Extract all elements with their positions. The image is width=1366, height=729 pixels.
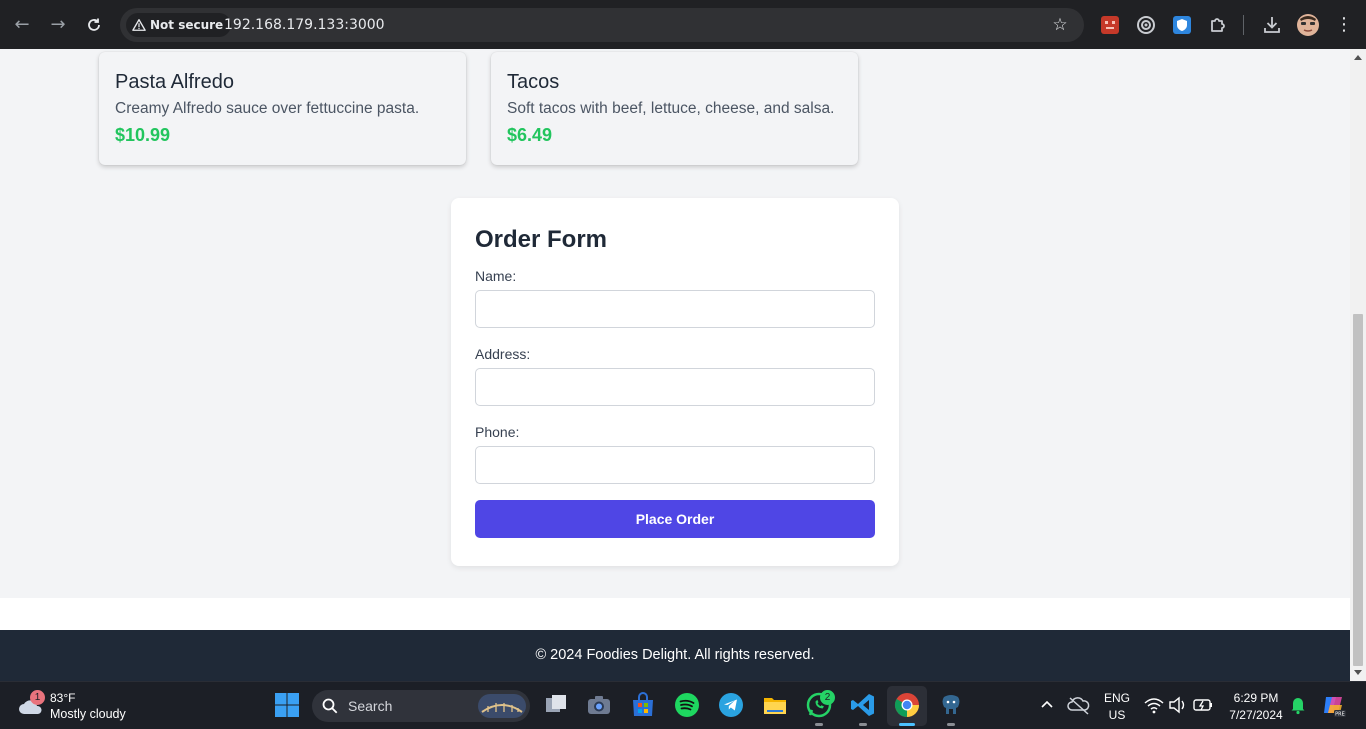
clock-time[interactable]: 6:29 PM (1222, 691, 1290, 705)
menu-item-card: Tacos Soft tacos with beef, lettuce, che… (491, 52, 858, 165)
windows-start-icon[interactable] (273, 691, 301, 719)
extension-target-icon[interactable] (1134, 13, 1158, 37)
extensions-puzzle-icon[interactable] (1206, 13, 1230, 37)
menu-item-card: Pasta Alfredo Creamy Alfredo sauce over … (99, 52, 466, 165)
volume-icon[interactable] (1167, 691, 1189, 719)
order-form-title: Order Form (475, 226, 608, 253)
page-scrollbar[interactable] (1350, 49, 1366, 681)
menu-item-description: Creamy Alfredo sauce over fettuccine pas… (115, 100, 420, 117)
browser-menu-icon[interactable]: ⋮ (1331, 12, 1357, 38)
page-viewport: Pasta Alfredo Creamy Alfredo sauce over … (0, 49, 1350, 681)
security-label: Not secure (150, 18, 224, 32)
language-indicator[interactable]: ENG (1100, 691, 1134, 705)
url-text[interactable]: 192.168.179.133:3000 (224, 8, 385, 42)
copilot-icon[interactable]: PRE (1320, 691, 1348, 719)
scroll-up-arrow-icon[interactable] (1354, 55, 1362, 60)
menu-item-name: Pasta Alfredo (115, 71, 234, 93)
battery-charging-icon[interactable] (1192, 691, 1214, 719)
warning-icon (132, 19, 146, 31)
order-form: Order Form Name: Address: Phone: Place O… (451, 198, 899, 566)
search-highlight-image (478, 694, 526, 718)
region-indicator[interactable]: US (1100, 708, 1134, 722)
browser-toolbar: ← → Not secure 192.168.179.133:3000 ☆ ⋮ (0, 0, 1366, 49)
phone-label: Phone: (475, 424, 520, 440)
file-explorer-icon[interactable] (761, 691, 789, 719)
svg-text:PRE: PRE (1335, 712, 1345, 718)
weather-alert-badge: 1 (30, 690, 45, 705)
extension-shield-icon[interactable] (1170, 13, 1194, 37)
vscode-icon[interactable] (849, 691, 877, 719)
weather-widget[interactable]: 1 83°F Mostly cloudy (16, 688, 146, 724)
name-label: Name: (475, 268, 517, 284)
camera-app-icon[interactable] (585, 691, 613, 719)
clock-date[interactable]: 7/27/2024 (1222, 708, 1290, 722)
chrome-icon[interactable] (893, 691, 921, 719)
postgresql-icon[interactable] (937, 691, 965, 719)
show-hidden-icons-chevron-icon[interactable] (1035, 691, 1059, 719)
toolbar-divider (1243, 15, 1244, 35)
notification-bell-icon[interactable] (1289, 691, 1307, 719)
postgresql-running-indicator (947, 723, 955, 726)
site-info-chip[interactable]: Not secure (126, 13, 232, 37)
whatsapp-notification-badge: 2 (820, 690, 835, 705)
profile-avatar-icon[interactable] (1296, 13, 1320, 37)
search-icon (322, 698, 338, 714)
task-view-icon[interactable] (542, 691, 570, 719)
onedrive-offline-icon[interactable] (1066, 691, 1092, 719)
menu-item-description: Soft tacos with beef, lettuce, cheese, a… (507, 100, 835, 117)
reload-icon[interactable] (81, 12, 107, 38)
vscode-running-indicator (859, 723, 867, 726)
page-footer: © 2024 Foodies Delight. All rights reser… (0, 630, 1350, 681)
microsoft-store-icon[interactable] (629, 691, 657, 719)
address-input[interactable] (475, 368, 875, 406)
extension-ublock-icon[interactable] (1098, 13, 1122, 37)
download-icon[interactable] (1260, 13, 1284, 37)
wifi-icon[interactable] (1143, 691, 1165, 719)
weather-temperature: 83°F (50, 691, 76, 705)
whatsapp-running-indicator (815, 723, 823, 726)
phone-input[interactable] (475, 446, 875, 484)
bookmark-star-icon[interactable]: ☆ (1050, 15, 1070, 35)
address-bar[interactable]: Not secure 192.168.179.133:3000 ☆ (120, 8, 1084, 42)
scroll-thumb[interactable] (1353, 314, 1363, 666)
menu-item-price: $6.49 (507, 125, 553, 145)
name-input[interactable] (475, 290, 875, 328)
telegram-icon[interactable] (717, 691, 745, 719)
scroll-down-arrow-icon[interactable] (1354, 670, 1362, 675)
back-icon[interactable]: ← (9, 12, 35, 38)
chrome-running-indicator (899, 723, 915, 726)
taskbar-search[interactable]: Search (312, 690, 530, 722)
place-order-button[interactable]: Place Order (475, 500, 875, 538)
forward-icon[interactable]: → (45, 12, 71, 38)
taskbar: 1 83°F Mostly cloudy Search 2 ENG US 6:2… (0, 681, 1366, 729)
page-spacer (0, 598, 1350, 630)
search-placeholder: Search (348, 698, 393, 714)
footer-text: © 2024 Foodies Delight. All rights reser… (535, 647, 815, 663)
menu-item-price: $10.99 (115, 125, 171, 145)
address-label: Address: (475, 346, 531, 362)
spotify-icon[interactable] (673, 691, 701, 719)
weather-description: Mostly cloudy (50, 707, 126, 721)
menu-item-name: Tacos (507, 71, 560, 93)
